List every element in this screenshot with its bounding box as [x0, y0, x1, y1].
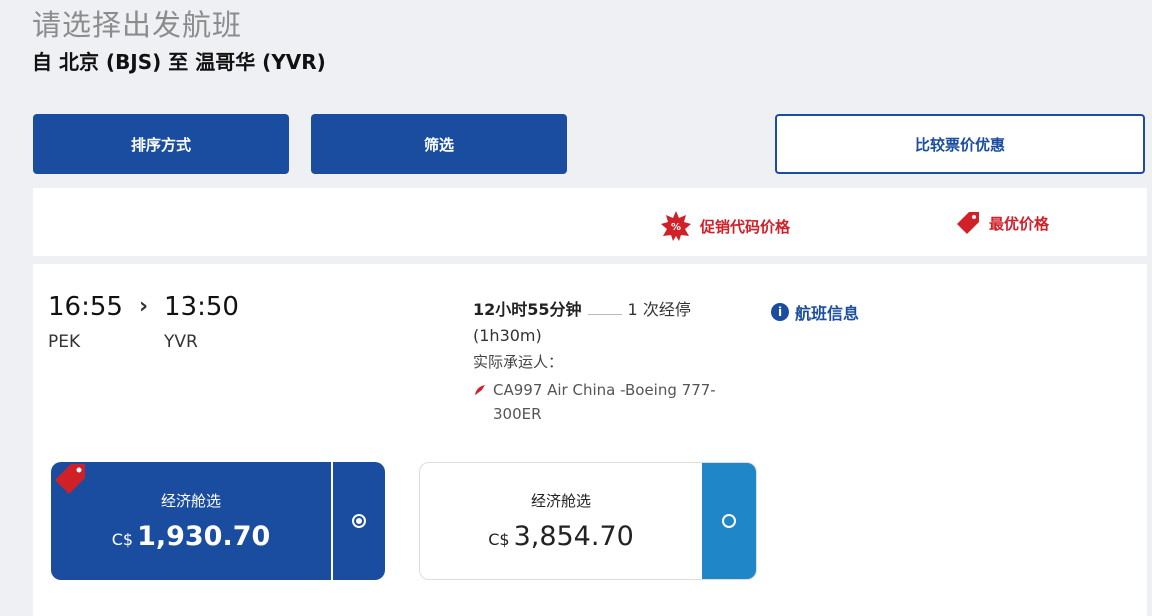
legend-promo-code: % 促销代码价格 [660, 210, 790, 242]
promo-badge-icon: % [661, 211, 691, 241]
fare-price-block: 经济舱选 C$ 1,930.70 [51, 462, 331, 580]
fare-currency: C$ [488, 530, 510, 549]
fare-price: C$ 1,930.70 [112, 521, 271, 552]
arrival-airport-code: YVR [164, 332, 198, 352]
flight-details: 12小时55分钟 1 次经停 (1h30m) 实际承运人： CA997 Air … [473, 296, 753, 426]
price-legend-bar: % 促销代码价格 最优价格 [33, 188, 1147, 256]
compare-fares-button[interactable]: 比较票价优惠 [775, 114, 1145, 174]
air-china-logo-icon [475, 385, 485, 395]
page-heading: 请选择出发航班 [32, 8, 243, 42]
flight-info-link[interactable]: i 航班信息 [771, 300, 859, 324]
fare-amount: 3,854.70 [513, 521, 634, 552]
fare-price-block: 经济舱选 C$ 3,854.70 [420, 463, 702, 579]
svg-text:%: % [671, 222, 681, 233]
radio-selected-icon [352, 514, 366, 528]
legend-lowest-label: 最优价格 [989, 214, 1050, 233]
info-icon: i [771, 303, 789, 321]
fare-select-radio[interactable] [702, 463, 756, 579]
stops-count: 1 次经停 [627, 300, 691, 319]
fare-option-economy-flex[interactable]: 经济舱选 C$ 3,854.70 [419, 462, 757, 580]
fare-select-radio[interactable] [331, 462, 385, 580]
fare-name: 经济舱选 [160, 492, 221, 510]
flight-duration: 12小时55分钟 [473, 300, 582, 319]
lowest-price-tag-icon [55, 464, 85, 494]
legend-lowest-price: 最优价格 [955, 210, 1049, 236]
carrier-detail: CA997 Air China -Boeing 777-300ER [493, 381, 716, 423]
fare-option-economy-saver[interactable]: 经济舱选 C$ 1,930.70 [51, 462, 385, 580]
departure-time: 16:55 [48, 292, 123, 322]
route-title: 自 北京 (BJS) 至 温哥华 (YVR) [32, 50, 326, 74]
layover-duration: (1h30m) [473, 326, 542, 345]
stops-divider [587, 314, 622, 315]
fare-price: C$ 3,854.70 [488, 521, 634, 552]
sort-button[interactable]: 排序方式 [33, 114, 289, 174]
route-arrow-icon: › [139, 294, 149, 319]
departure-airport-code: PEK [48, 332, 81, 352]
carrier-label: 实际承运人： [473, 353, 564, 371]
fare-amount: 1,930.70 [137, 521, 271, 552]
arrival-time: 13:50 [164, 292, 239, 322]
radio-unselected-icon [722, 514, 736, 528]
price-tag-icon [957, 212, 979, 234]
legend-promo-label: 促销代码价格 [700, 217, 791, 236]
fare-name: 经济舱选 [530, 492, 591, 510]
carrier-info: CA997 Air China -Boeing 777-300ER [473, 378, 753, 426]
filter-button[interactable]: 筛选 [311, 114, 567, 174]
fare-currency: C$ [111, 530, 134, 549]
flight-info-label: 航班信息 [795, 304, 860, 323]
flight-result-card: 16:55 › 13:50 PEK YVR 12小时55分钟 1 次经停 (1h… [33, 264, 1147, 616]
